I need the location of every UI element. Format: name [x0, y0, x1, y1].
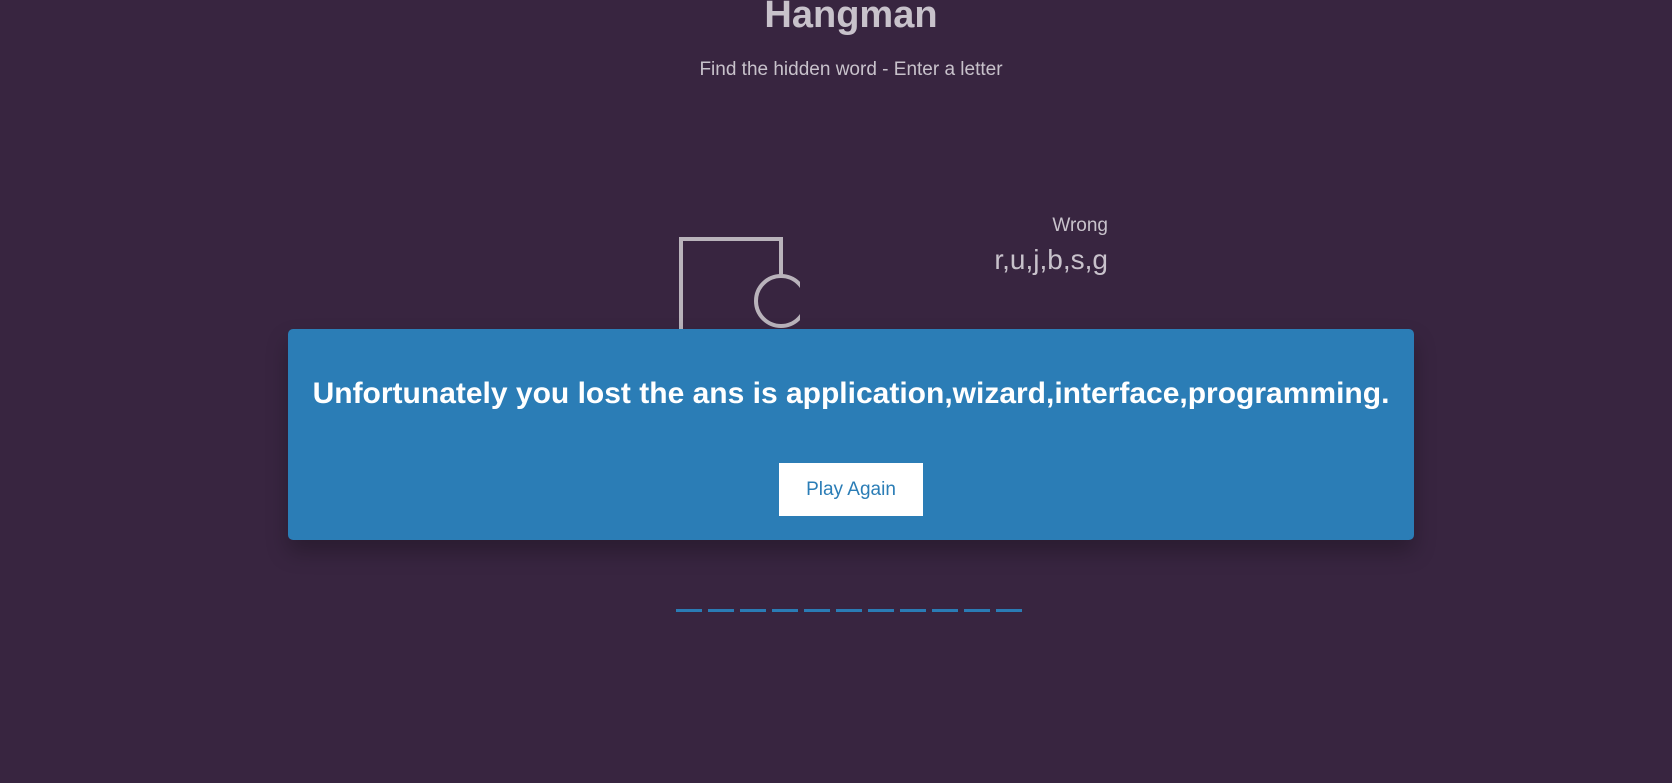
letter-slot	[804, 609, 830, 612]
letter-slot	[836, 609, 862, 612]
hangman-game: Hangman Find the hidden word - Enter a l…	[0, 0, 1672, 783]
page-subtitle: Find the hidden word - Enter a letter	[699, 59, 1003, 80]
letter-slot	[996, 609, 1022, 612]
page-title: Hangman	[764, 0, 938, 36]
letter-slot	[740, 609, 766, 612]
letter-slot	[900, 609, 926, 612]
play-again-button[interactable]: Play Again	[779, 463, 923, 516]
hangman-head	[754, 274, 800, 328]
letter-slot	[708, 609, 734, 612]
letter-slot	[964, 609, 990, 612]
game-over-message: Unfortunately you lost the ans is applic…	[312, 377, 1390, 410]
letter-slot	[772, 609, 798, 612]
hangman-figure	[679, 237, 800, 333]
game-over-popup: Unfortunately you lost the ans is applic…	[288, 329, 1414, 540]
letter-slot	[868, 609, 894, 612]
wrong-letters: r,u,j,b,s,g	[994, 244, 1108, 275]
hidden-word	[676, 609, 1022, 612]
wrong-label: Wrong	[1052, 215, 1108, 236]
letter-slot	[676, 609, 702, 612]
letter-slot	[932, 609, 958, 612]
wrong-letters-panel: Wrong r,u,j,b,s,g	[960, 214, 1108, 276]
